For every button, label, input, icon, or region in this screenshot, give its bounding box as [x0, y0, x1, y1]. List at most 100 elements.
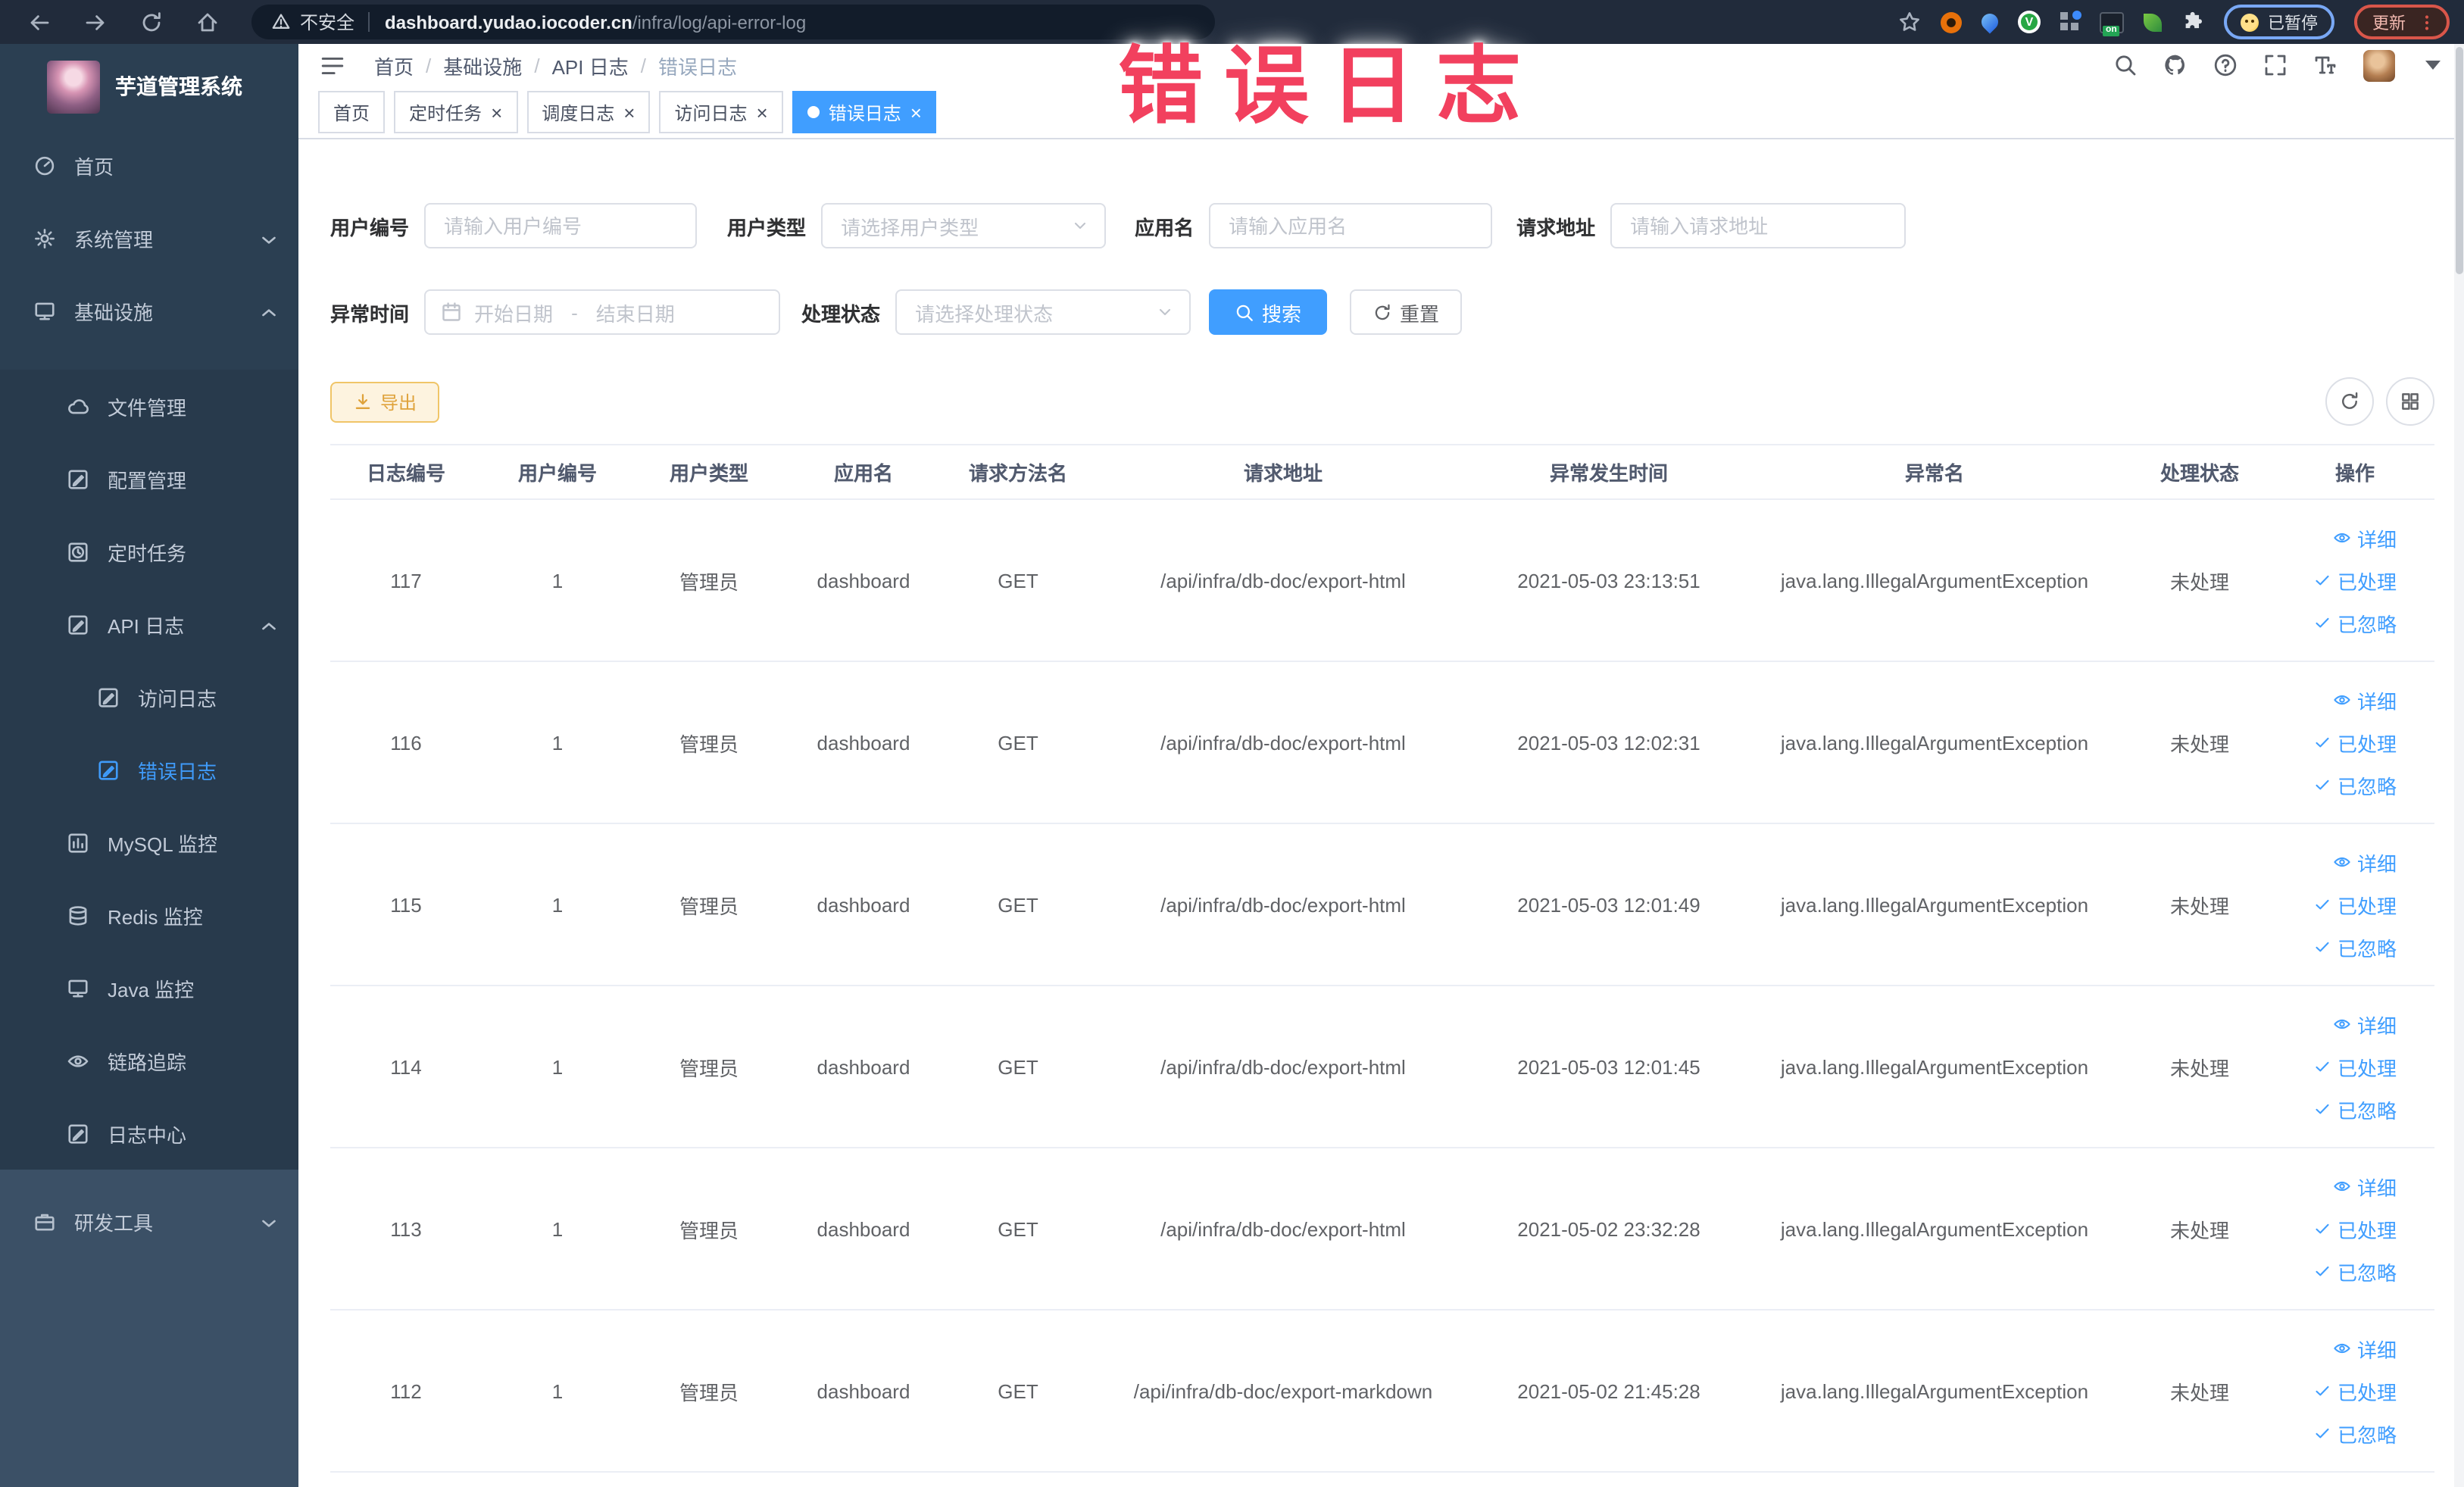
breadcrumb-item-2[interactable]: API 日志 [552, 51, 629, 80]
sidebar-item-11[interactable]: Java 监控 [0, 951, 298, 1024]
fullscreen-icon[interactable] [2263, 53, 2288, 77]
table-cell: 117 [330, 499, 482, 662]
action-processed-link[interactable]: 已处理 [2313, 1376, 2397, 1405]
action-ignored-link[interactable]: 已忽略 [2313, 1257, 2397, 1286]
tab-定时任务[interactable]: 定时任务 × [394, 91, 518, 133]
tab-close-icon[interactable]: × [757, 102, 768, 122]
address-bar[interactable]: 不安全 dashboard.yudao.iocoder.cn/infra/log… [251, 5, 1215, 39]
tab-close-icon[interactable]: × [491, 102, 502, 122]
action-processed-link[interactable]: 已处理 [2313, 566, 2397, 595]
sidebar-item-10[interactable]: Redis 监控 [0, 879, 298, 951]
sidebar-item-1[interactable]: 系统管理 [0, 201, 298, 274]
font-size-icon[interactable] [2313, 53, 2338, 77]
action-processed-link[interactable]: 已处理 [2313, 1214, 2397, 1243]
table-cell: 未处理 [2124, 823, 2275, 986]
table-cell: java.lang.IllegalArgumentException [1745, 1310, 2124, 1473]
request-url-input[interactable] [1610, 203, 1907, 248]
action-processed-link[interactable]: 已处理 [2313, 890, 2397, 919]
extension-grid-icon[interactable] [2060, 11, 2081, 32]
breadcrumb-item-1[interactable]: 基础设施 [443, 51, 522, 80]
action-detail-link[interactable]: 详细 [2333, 848, 2397, 876]
export-button[interactable]: 导出 [330, 381, 439, 422]
search-icon[interactable] [2113, 53, 2138, 77]
sidebar-item-0[interactable]: 首页 [0, 129, 298, 201]
help-icon[interactable] [2213, 53, 2238, 77]
tab-调度日志[interactable]: 调度日志 × [526, 91, 651, 133]
breadcrumb-item-0[interactable]: 首页 [374, 51, 414, 80]
date-range-separator: - [571, 301, 578, 323]
sidebar-item-2[interactable]: 基础设施 [0, 274, 298, 347]
sidebar-item-12[interactable]: 链路追踪 [0, 1024, 298, 1097]
action-detail-link[interactable]: 详细 [2333, 1010, 2397, 1039]
table-cell: 未处理 [2124, 1148, 2275, 1310]
user-avatar[interactable] [2363, 49, 2395, 81]
process-status-select[interactable]: 请选择处理状态 [895, 289, 1191, 335]
sidebar-item-14[interactable]: 研发工具 [0, 1185, 298, 1257]
reload-icon[interactable] [139, 10, 164, 34]
calendar-icon [441, 301, 462, 323]
action-ignored-link[interactable]: 已忽略 [2313, 932, 2397, 961]
tab-首页[interactable]: 首页 [318, 91, 386, 133]
table-cell: 2021-05-02 21:45:28 [1472, 1310, 1745, 1473]
extension-leaf-icon[interactable] [2144, 13, 2162, 31]
search-button[interactable]: 搜索 [1209, 289, 1328, 335]
extension-orange-icon[interactable] [1941, 11, 1962, 33]
user-id-input[interactable] [424, 203, 698, 248]
sidebar-item-4[interactable]: 配置管理 [0, 442, 298, 515]
tab-close-icon[interactable]: × [623, 102, 635, 122]
action-label: 已处理 [2337, 1057, 2397, 1079]
avatar-caret-icon[interactable] [2421, 53, 2445, 77]
profile-paused-badge[interactable]: 已暂停 [2224, 5, 2334, 39]
app-name-input[interactable] [1209, 203, 1493, 248]
extensions-puzzle-icon[interactable] [2181, 11, 2204, 33]
extension-shield-icon[interactable] [1978, 10, 2002, 34]
table-cell-actions: 详细已处理已忽略 [2275, 1310, 2434, 1473]
refresh-icon [2339, 391, 2360, 412]
sidebar-toggle-icon[interactable] [320, 52, 345, 78]
sidebar-logo[interactable]: 芋道管理系统 [0, 44, 298, 129]
action-detail-link[interactable]: 详细 [2333, 1172, 2397, 1201]
sidebar-item-6[interactable]: API 日志 [0, 588, 298, 661]
sidebar-item-9[interactable]: MySQL 监控 [0, 806, 298, 879]
page-scrollbar[interactable] [2454, 44, 2464, 1487]
tab-访问日志[interactable]: 访问日志 × [659, 91, 783, 133]
action-detail-link[interactable]: 详细 [2333, 1334, 2397, 1363]
action-processed-link[interactable]: 已处理 [2313, 728, 2397, 757]
github-icon[interactable] [2163, 53, 2188, 77]
user-type-select[interactable]: 请选择用户类型 [821, 203, 1107, 248]
forward-icon[interactable] [83, 10, 108, 34]
extension-green-icon[interactable]: V [2018, 11, 2041, 33]
bookmark-star-icon[interactable] [1898, 11, 1921, 33]
action-ignored-link[interactable]: 已忽略 [2313, 1419, 2397, 1448]
not-secure-icon[interactable] [271, 12, 291, 32]
action-detail-link[interactable]: 详细 [2333, 686, 2397, 714]
sidebar-item-3[interactable]: 文件管理 [0, 370, 298, 442]
action-label: 详细 [2356, 528, 2397, 551]
table-cell: GET [942, 1310, 1094, 1473]
sidebar-item-8[interactable]: 错误日志 [0, 733, 298, 806]
table-cell: GET [942, 661, 1094, 824]
back-icon[interactable] [27, 10, 52, 34]
reset-button[interactable]: 重置 [1350, 289, 1463, 335]
action-processed-link[interactable]: 已处理 [2313, 1052, 2397, 1081]
action-detail-link[interactable]: 详细 [2333, 523, 2397, 552]
refresh-button[interactable] [2325, 377, 2374, 426]
home-icon[interactable] [195, 10, 220, 34]
tab-close-icon[interactable]: × [910, 102, 922, 122]
sidebar-item-7[interactable]: 访问日志 [0, 661, 298, 733]
security-label[interactable]: 不安全 [300, 9, 354, 35]
action-ignored-link[interactable]: 已忽略 [2313, 608, 2397, 637]
browser-update-button[interactable]: 更新 [2354, 5, 2450, 39]
tab-错误日志[interactable]: 错误日志 × [792, 91, 937, 133]
action-ignored-link[interactable]: 已忽略 [2313, 770, 2397, 799]
scrollbar-thumb[interactable] [2456, 47, 2463, 274]
browser-menu-icon[interactable] [2418, 13, 2436, 31]
action-ignored-link[interactable]: 已忽略 [2313, 1095, 2397, 1123]
active-tab-dot [807, 106, 820, 118]
chevron-up-icon [258, 615, 280, 638]
extension-on-badge-icon[interactable]: on [2100, 11, 2124, 36]
column-settings-button[interactable] [2386, 377, 2434, 426]
sidebar-item-13[interactable]: 日志中心 [0, 1097, 298, 1170]
sidebar-item-5[interactable]: 定时任务 [0, 515, 298, 588]
exception-time-range-picker[interactable]: 开始日期 - 结束日期 [424, 289, 781, 335]
